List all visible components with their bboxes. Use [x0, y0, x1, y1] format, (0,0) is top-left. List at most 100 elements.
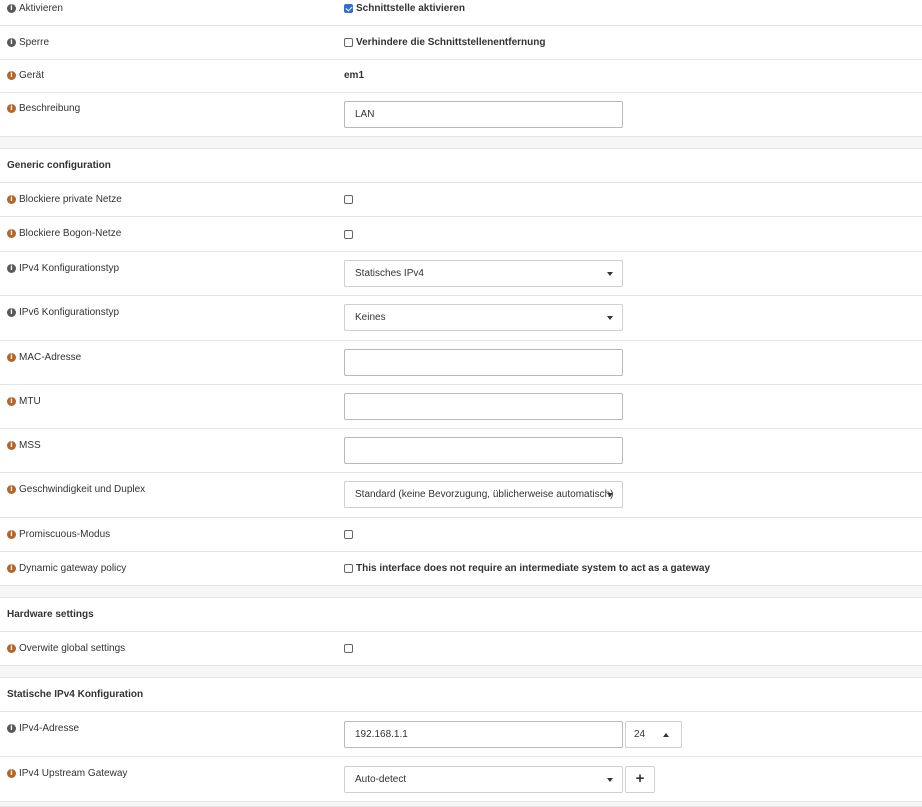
- label-text: Promiscuous-Modus: [19, 529, 111, 540]
- row-mac: i MAC-Adresse: [0, 341, 922, 385]
- ipv4-type-select[interactable]: Statisches IPv4: [344, 260, 623, 287]
- label-text: Blockiere private Netze: [19, 194, 122, 205]
- info-icon[interactable]: i: [7, 195, 16, 204]
- chevron-down-icon: [607, 272, 613, 276]
- row-speed-duplex: i Geschwindigkeit und Duplex Standard (k…: [0, 473, 922, 518]
- overwrite-global-control: [344, 643, 353, 654]
- row-ipv4-gateway: i IPv4 Upstream Gateway Auto-detect +: [0, 757, 922, 802]
- ipv4-gateway-select[interactable]: Auto-detect: [344, 766, 623, 793]
- info-icon[interactable]: i: [7, 308, 16, 317]
- enable-control: Schnittstelle aktivieren: [344, 3, 465, 14]
- row-block-private: i Blockiere private Netze: [0, 183, 922, 217]
- row-device: i Gerät em1: [0, 60, 922, 93]
- ipv4-address-controls: 192.168.1.1 24: [0, 721, 922, 748]
- info-icon[interactable]: i: [7, 104, 16, 113]
- row-promisc: i Promiscuous-Modus: [0, 518, 922, 552]
- label-text: Aktivieren: [19, 3, 63, 14]
- label-text: IPv6 Konfigurationstyp: [19, 307, 120, 318]
- chevron-down-icon: [607, 316, 613, 320]
- label-ipv6-type: i IPv6 Konfigurationstyp: [7, 307, 119, 318]
- enable-checkbox-label: Schnittstelle aktivieren: [356, 3, 465, 14]
- gateway-policy-checkbox-label: This interface does not require an inter…: [356, 563, 711, 574]
- device-value: em1: [344, 70, 365, 81]
- info-icon[interactable]: i: [7, 71, 16, 80]
- lock-control: Verhindere die Schnittstellenentfernung: [344, 37, 545, 48]
- row-ipv4-type: i IPv4 Konfigurationstyp Statisches IPv4: [0, 252, 922, 296]
- row-mtu: i MTU: [0, 385, 922, 429]
- description-input[interactable]: LAN: [344, 101, 623, 128]
- label-text: MSS: [19, 440, 41, 451]
- row-ipv4-address: i IPv4-Adresse 192.168.1.1 24: [0, 712, 922, 757]
- block-bogon-checkbox[interactable]: [344, 229, 353, 239]
- label-text: Dynamic gateway policy: [19, 563, 127, 574]
- ipv6-type-select[interactable]: Keines: [344, 304, 623, 331]
- label-device: i Gerät: [7, 70, 44, 81]
- speed-duplex-select[interactable]: Standard (keine Bevorzugung, üblicherwei…: [344, 481, 623, 508]
- section-title-generic: Generic configuration: [7, 160, 111, 171]
- info-icon[interactable]: i: [7, 229, 16, 238]
- promisc-checkbox[interactable]: [344, 529, 353, 539]
- ipv6-type-value: Keines: [355, 312, 386, 323]
- label-text: Overwite global settings: [19, 643, 126, 654]
- section-hardware: Hardware settings: [0, 598, 922, 632]
- info-icon[interactable]: i: [7, 530, 16, 539]
- add-gateway-button[interactable]: +: [625, 766, 655, 793]
- label-text: Beschreibung: [19, 103, 81, 114]
- section-spacer: [0, 802, 922, 807]
- label-text: Blockiere Bogon-Netze: [19, 228, 122, 239]
- info-icon[interactable]: i: [7, 4, 16, 13]
- label-promisc: i Promiscuous-Modus: [7, 529, 110, 540]
- overwrite-global-checkbox[interactable]: [344, 643, 353, 653]
- enable-checkbox[interactable]: [344, 4, 353, 13]
- chevron-down-icon: [607, 778, 613, 782]
- label-description: i Beschreibung: [7, 103, 80, 114]
- label-overwrite-global: i Overwite global settings: [7, 643, 125, 654]
- label-mss: i MSS: [7, 440, 41, 451]
- subnet-select[interactable]: 24: [625, 721, 682, 748]
- section-static-ipv4: Statische IPv4 Konfiguration: [0, 678, 922, 712]
- info-icon[interactable]: i: [7, 353, 16, 362]
- label-text: Gerät: [19, 70, 45, 81]
- row-block-bogon: i Blockiere Bogon-Netze: [0, 217, 922, 252]
- label-text: Sperre: [19, 37, 50, 48]
- chevron-down-icon: [607, 493, 613, 497]
- label-ipv4-type: i IPv4 Konfigurationstyp: [7, 263, 119, 274]
- row-enable: i Aktivieren Schnittstelle aktivieren: [0, 0, 922, 26]
- info-icon[interactable]: i: [7, 644, 16, 653]
- label-mtu: i MTU: [7, 396, 41, 407]
- section-spacer: [0, 137, 922, 149]
- block-bogon-control: [344, 229, 353, 240]
- mac-input[interactable]: [344, 349, 623, 376]
- row-lock: i Sperre Verhindere die Schnittstellenen…: [0, 26, 922, 60]
- label-block-bogon: i Blockiere Bogon-Netze: [7, 228, 121, 239]
- label-text: MAC-Adresse: [19, 352, 82, 363]
- label-speed-duplex: i Geschwindigkeit und Duplex: [7, 484, 145, 495]
- info-icon[interactable]: i: [7, 38, 16, 47]
- gateway-policy-checkbox[interactable]: [344, 564, 353, 573]
- subnet-value: 24: [634, 729, 646, 740]
- promisc-control: [344, 529, 353, 540]
- mtu-input[interactable]: [344, 393, 623, 420]
- info-icon[interactable]: i: [7, 485, 16, 494]
- section-title-static-ipv4: Statische IPv4 Konfiguration: [7, 689, 144, 700]
- label-gateway-policy: i Dynamic gateway policy: [7, 563, 126, 574]
- row-gateway-policy: i Dynamic gateway policy This interface …: [0, 552, 922, 586]
- ipv4-gateway-value: Auto-detect: [355, 774, 407, 785]
- label-block-private: i Blockiere private Netze: [7, 194, 122, 205]
- ipv4-address-input[interactable]: 192.168.1.1: [344, 721, 623, 748]
- label-text: MTU: [19, 396, 41, 407]
- info-icon[interactable]: i: [7, 397, 16, 406]
- chevron-up-icon: [663, 733, 669, 737]
- info-icon[interactable]: i: [7, 441, 16, 450]
- block-private-checkbox[interactable]: [344, 194, 353, 204]
- label-lock: i Sperre: [7, 37, 49, 48]
- lock-checkbox[interactable]: [344, 38, 353, 47]
- row-description: i Beschreibung LAN: [0, 93, 922, 137]
- info-icon[interactable]: i: [7, 564, 16, 573]
- ipv4-gateway-controls: Auto-detect +: [0, 766, 922, 793]
- lock-checkbox-label: Verhindere die Schnittstellenentfernung: [356, 37, 546, 48]
- ipv4-type-value: Statisches IPv4: [355, 268, 424, 279]
- mss-input[interactable]: [344, 437, 623, 464]
- info-icon[interactable]: i: [7, 264, 16, 273]
- gateway-policy-control: This interface does not require an inter…: [344, 563, 710, 574]
